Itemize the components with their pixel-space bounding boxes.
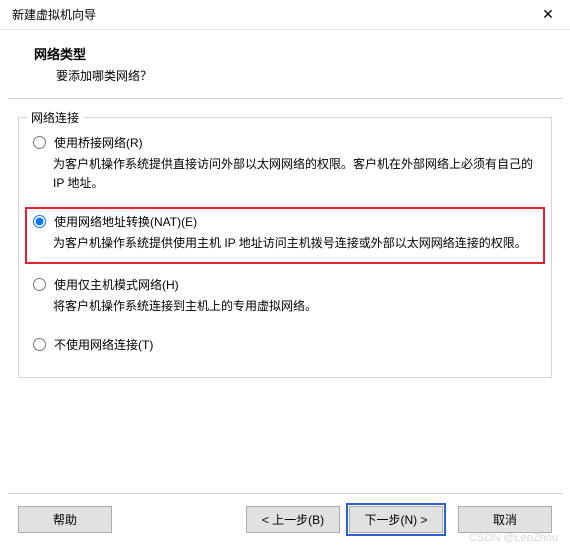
- option-hostonly-row[interactable]: 使用仅主机模式网络(H): [31, 276, 539, 293]
- back-button[interactable]: < 上一步(B): [246, 506, 340, 533]
- radio-bridged[interactable]: [33, 136, 46, 149]
- help-button[interactable]: 帮助: [18, 506, 112, 533]
- option-none-row[interactable]: 不使用网络连接(T): [31, 336, 539, 353]
- option-nat-desc: 为客户机操作系统提供使用主机 IP 地址访问主机拨号连接或外部以太网网络连接的权…: [31, 230, 539, 255]
- radio-nat[interactable]: [33, 215, 46, 228]
- option-hostonly-label: 使用仅主机模式网络(H): [54, 276, 179, 293]
- group-title: 网络连接: [27, 109, 83, 126]
- next-button[interactable]: 下一步(N) >: [349, 506, 443, 533]
- option-bridged-label: 使用桥接网络(R): [54, 134, 143, 151]
- option-nat-label: 使用网络地址转换(NAT)(E): [54, 213, 197, 230]
- network-connection-group: 网络连接 使用桥接网络(R) 为客户机操作系统提供直接访问外部以太网网络的权限。…: [18, 117, 552, 378]
- highlight-next: 下一步(N) >: [346, 503, 446, 536]
- cancel-button[interactable]: 取消: [458, 506, 552, 533]
- option-bridged-desc: 为客户机操作系统提供直接访问外部以太网网络的权限。客户机在外部网络上必须有自己的…: [31, 151, 539, 195]
- radio-hostonly[interactable]: [33, 278, 46, 291]
- wizard-header: 网络类型 要添加哪类网络？: [0, 30, 570, 98]
- option-bridged-row[interactable]: 使用桥接网络(R): [31, 134, 539, 151]
- close-icon[interactable]: ✕: [538, 6, 558, 23]
- option-nat: 使用网络地址转换(NAT)(E) 为客户机操作系统提供使用主机 IP 地址访问主…: [31, 213, 539, 255]
- titlebar: 新建虚拟机向导 ✕: [0, 0, 570, 30]
- option-bridged: 使用桥接网络(R) 为客户机操作系统提供直接访问外部以太网网络的权限。客户机在外…: [31, 134, 539, 195]
- option-hostonly-desc: 将客户机操作系统连接到主机上的专用虚拟网络。: [31, 293, 539, 318]
- footer-divider: [8, 493, 562, 494]
- page-subtitle: 要添加哪类网络？: [34, 67, 546, 84]
- radio-none[interactable]: [33, 338, 46, 351]
- option-none: 不使用网络连接(T): [31, 336, 539, 353]
- window-title: 新建虚拟机向导: [12, 6, 96, 23]
- page-title: 网络类型: [34, 44, 546, 63]
- divider: [8, 98, 562, 99]
- button-bar: 帮助 < 上一步(B) 下一步(N) > 取消: [0, 503, 570, 536]
- option-none-label: 不使用网络连接(T): [54, 336, 153, 353]
- option-hostonly: 使用仅主机模式网络(H) 将客户机操作系统连接到主机上的专用虚拟网络。: [31, 276, 539, 318]
- highlight-nat: 使用网络地址转换(NAT)(E) 为客户机操作系统提供使用主机 IP 地址访问主…: [25, 207, 545, 263]
- option-nat-row[interactable]: 使用网络地址转换(NAT)(E): [31, 213, 539, 230]
